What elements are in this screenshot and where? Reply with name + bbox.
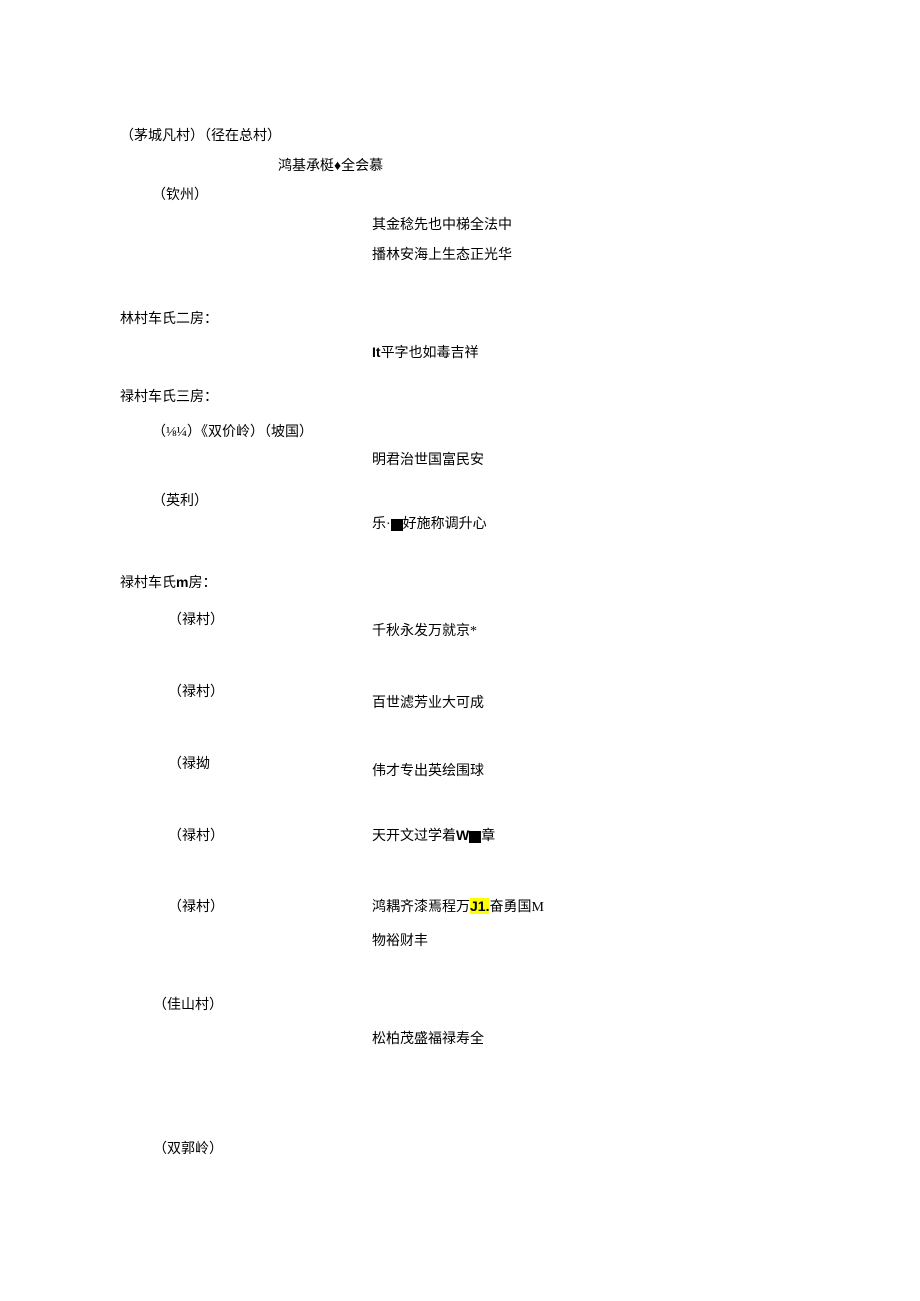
text-line-2: 鸿基承梃♦全会慕 <box>278 155 383 175</box>
text-line-5: 播林安海上生态正光华 <box>372 244 512 264</box>
text-line-21c: 章 <box>481 829 495 844</box>
text-line-11: （英利） <box>152 490 208 510</box>
text-line-4: 其金稔先也中梯全法中 <box>372 214 512 234</box>
text-line-27: （双郭岭） <box>153 1138 223 1158</box>
text-line-23: 鸿耦齐漆焉程万J1.奋勇国M <box>372 896 544 916</box>
heading-lucun-m: 禄村车氏m房： <box>120 572 216 592</box>
text-line-20: （禄村） <box>168 825 224 845</box>
black-square-icon-2 <box>469 831 481 843</box>
text-line-12b: 好施称调升心 <box>403 517 487 532</box>
text-line-12a: 乐· <box>372 517 391 532</box>
heading-lucun-3: 禄村车氏三房： <box>120 386 218 406</box>
text-bold-w: W <box>456 827 469 843</box>
text-line-7b: 平字也如毒吉祥 <box>381 346 479 361</box>
text-line-14: （禄村） <box>168 609 224 629</box>
text-line-7: It平字也如毒吉祥 <box>372 342 479 362</box>
text-line-26: 松柏茂盛福禄寿全 <box>372 1028 484 1048</box>
text-line-10: 明君治世国富民安 <box>372 449 484 469</box>
text-bold-m: m <box>176 574 188 590</box>
text-line-19: 伟才专出英绘围球 <box>372 760 484 780</box>
text-highlight-j1: J1. <box>470 898 489 914</box>
text-line-13a: 禄村车氏 <box>120 576 176 591</box>
text-line-9: （⅛¼）《双价岭）（坡国） <box>152 421 313 441</box>
text-line-3: （钦州） <box>152 184 208 204</box>
text-line-1: （茅城凡村）（径在总村） <box>120 125 281 145</box>
text-line-17: 百世滤芳业大可成 <box>372 692 484 712</box>
text-line-16: （禄村） <box>168 681 224 701</box>
text-line-21a: 天开文过学着 <box>372 829 456 844</box>
text-line-15: 千秋永发万就京* <box>372 620 477 640</box>
text-line-22: （禄村） <box>168 896 224 916</box>
black-square-icon <box>391 519 403 531</box>
text-line-24: 物裕财丰 <box>372 930 428 950</box>
text-bold-it: It <box>372 344 381 360</box>
text-line-21: 天开文过学着W章 <box>372 825 495 845</box>
text-line-18: （禄拗 <box>168 753 210 773</box>
text-line-25: （佳山村） <box>153 994 223 1014</box>
text-line-23c: 奋勇国M <box>489 900 543 915</box>
text-line-13c: 房： <box>188 576 216 591</box>
heading-lincun: 林村车氏二房： <box>120 308 218 328</box>
text-line-23a: 鸿耦齐漆焉程万 <box>372 900 470 915</box>
text-line-12: 乐· 好施称调升心 <box>372 513 487 533</box>
